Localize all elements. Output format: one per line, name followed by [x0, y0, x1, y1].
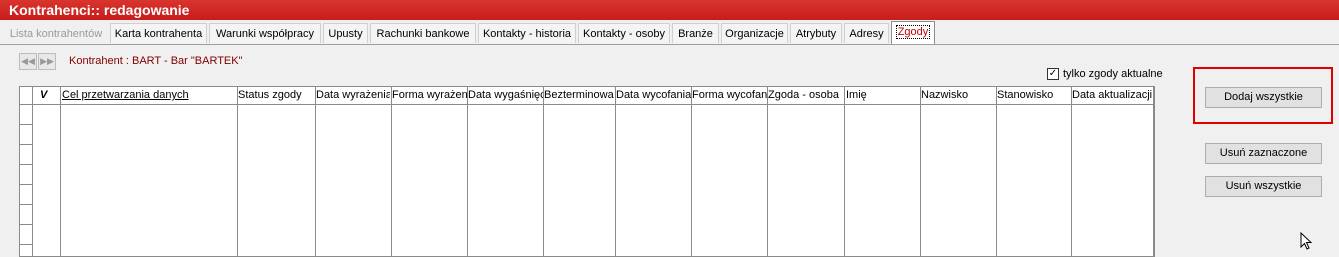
record-navigation: ◀◀ ▶▶ — [19, 53, 57, 70]
grid-divider — [237, 87, 238, 256]
grid-divider — [920, 87, 921, 256]
remove-all-button[interactable]: Usuń wszystkie — [1205, 176, 1322, 197]
grid-divider — [615, 87, 616, 256]
tab-organizacje[interactable]: Organizacje — [721, 23, 788, 43]
current-consents-label: tylko zgody aktualne — [1063, 68, 1163, 80]
tab-adresy[interactable]: Adresy — [844, 23, 889, 43]
grid-divider — [844, 87, 845, 256]
check-column-header[interactable]: V — [40, 87, 54, 104]
tab-upusty[interactable]: Upusty — [323, 23, 368, 43]
row-indicator-line — [20, 224, 32, 225]
column-header-forma-wycofania[interactable]: Forma wycofania — [692, 87, 767, 104]
grid-divider — [543, 87, 544, 256]
column-header-nazwisko[interactable]: Nazwisko — [921, 87, 995, 104]
grid-header: V Cel przetwarzania danych Status zgody … — [20, 87, 1154, 105]
mouse-pointer-icon — [1300, 232, 1313, 250]
grid-divider — [996, 87, 997, 256]
column-header-bezterminowa[interactable]: Bezterminowa — [544, 87, 614, 104]
row-indicator-line — [20, 244, 32, 245]
kontrahent-label: Kontrahent : BART - Bar "BARTEK" — [69, 55, 243, 67]
tab-lista-kontrahentow[interactable]: Lista kontrahentów — [4, 23, 108, 43]
column-header-data-aktualizacji[interactable]: Data aktualizacji — [1072, 87, 1154, 104]
tab-rachunki-bankowe[interactable]: Rachunki bankowe — [370, 23, 476, 43]
row-indicator-line — [20, 164, 32, 165]
column-header-zgoda-osoba[interactable]: Zgoda - osoba — [768, 87, 843, 104]
grid-divider — [60, 87, 61, 256]
tab-bar: Lista kontrahentów Karta kontrahenta War… — [0, 21, 1339, 45]
row-indicator-line — [20, 184, 32, 185]
window-title: Kontrahenci:: redagowanie — [0, 0, 1339, 20]
consents-grid[interactable]: V Cel przetwarzania danych Status zgody … — [19, 86, 1155, 257]
tab-atrybuty[interactable]: Atrybuty — [790, 23, 842, 43]
previous-record-button[interactable]: ◀◀ — [19, 53, 37, 70]
column-header-cel[interactable]: Cel przetwarzania danych — [62, 87, 236, 104]
column-header-imie[interactable]: Imię — [846, 87, 920, 104]
row-indicator-line — [20, 124, 32, 125]
grid-divider — [315, 87, 316, 256]
add-all-button[interactable]: Dodaj wszystkie — [1205, 87, 1322, 108]
tab-kontakty-historia[interactable]: Kontakty - historia — [478, 23, 576, 43]
remove-selected-button[interactable]: Usuń zaznaczone — [1205, 143, 1322, 164]
grid-divider — [1071, 87, 1072, 256]
tab-branze[interactable]: Branże — [672, 23, 719, 43]
row-indicator-line — [20, 144, 32, 145]
tab-zgody[interactable]: Zgody — [891, 21, 935, 44]
column-header-data-wygasniecia[interactable]: Data wygaśnięcia — [468, 87, 543, 104]
grid-divider — [691, 87, 692, 256]
column-header-stanowisko[interactable]: Stanowisko — [997, 87, 1071, 104]
next-record-button[interactable]: ▶▶ — [38, 53, 56, 70]
grid-divider — [391, 87, 392, 256]
grid-divider — [767, 87, 768, 256]
tab-kontakty-osoby[interactable]: Kontakty - osoby — [578, 23, 670, 43]
tab-karta-kontrahenta[interactable]: Karta kontrahenta — [110, 23, 207, 43]
tab-warunki-wspolpracy[interactable]: Warunki współpracy — [209, 23, 321, 43]
column-header-status[interactable]: Status zgody — [238, 87, 314, 104]
column-header-forma-wyrazenia[interactable]: Forma wyrażenia — [392, 87, 467, 104]
grid-divider — [467, 87, 468, 256]
current-consents-checkbox[interactable]: ✓ — [1047, 68, 1059, 80]
column-header-data-wyrazenia[interactable]: Data wyrażenia — [316, 87, 390, 104]
column-header-data-wycofania[interactable]: Data wycofania — [616, 87, 691, 104]
grid-divider — [32, 87, 33, 256]
grid-divider — [1153, 87, 1154, 256]
row-indicator-line — [20, 204, 32, 205]
